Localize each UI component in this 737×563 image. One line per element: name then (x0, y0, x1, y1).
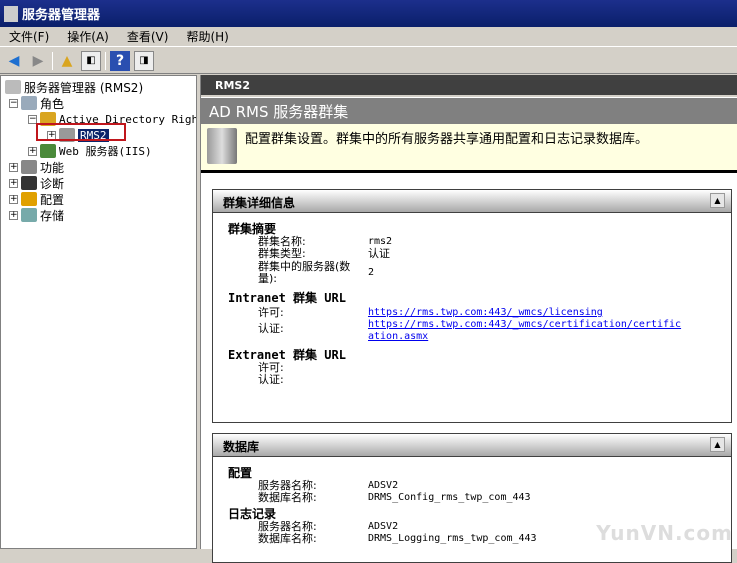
field-label: 数据库名称: (258, 532, 317, 545)
cluster-name-value: rms2 (368, 236, 393, 247)
collapse-up-icon[interactable]: ▲ (710, 193, 725, 208)
tree-item-storage[interactable]: + 存储 (9, 207, 64, 223)
panel-title: 数据库 (223, 440, 260, 454)
server-cluster-icon (207, 128, 237, 164)
configuration-icon (21, 192, 37, 206)
panel-header: 数据库 ▲ (213, 434, 731, 457)
tree-item-diagnostics[interactable]: + 诊断 (9, 175, 64, 191)
features-icon (21, 160, 37, 174)
description-text: 配置群集设置。群集中的所有服务器共享通用配置和日志记录数据库。 (245, 132, 649, 147)
menu-help[interactable]: 帮助(H) (177, 28, 237, 45)
description-band: 配置群集设置。群集中的所有服务器共享通用配置和日志记录数据库。 (201, 124, 737, 173)
window-title: 服务器管理器 (22, 8, 101, 23)
section-heading: Extranet 群集 URL (228, 348, 346, 362)
field-label: 认证: (258, 373, 284, 386)
config-db-value: DRMS_Config_rms_twp_com_443 (368, 492, 531, 503)
toolbar-separator (105, 51, 106, 70)
menu-file[interactable]: 文件(F) (0, 28, 58, 45)
panel-header: 群集详细信息 ▲ (213, 190, 731, 213)
config-server-value: ADSV2 (368, 480, 399, 491)
tree-item-roles[interactable]: − 角色 (9, 95, 64, 111)
tree-item-root[interactable]: 服务器管理器 (RMS2) (5, 79, 143, 95)
menu-bar: 文件(F) 操作(A) 查看(V) 帮助(H) (0, 27, 737, 47)
details-pane: RMS2 AD RMS 服务器群集 配置群集设置。群集中的所有服务器共享通用配置… (200, 75, 737, 563)
tree-label: 角色 (40, 96, 65, 111)
highlight-box (36, 123, 126, 141)
expand-icon[interactable]: + (28, 146, 37, 156)
server-manager-icon (4, 5, 18, 22)
certification-url-link[interactable]: https://rms.twp.com:443/_wmcs/certificat… (368, 319, 683, 343)
expand-icon[interactable]: + (9, 210, 18, 220)
back-arrow-icon[interactable]: ◀ (4, 51, 24, 71)
up-folder-icon[interactable]: ▲ (57, 51, 77, 71)
expand-icon[interactable]: + (9, 178, 18, 188)
roles-icon (21, 96, 37, 110)
server-manager-icon (5, 80, 21, 94)
expand-icon[interactable]: + (9, 194, 18, 204)
title-bar: 服务器管理器 (0, 0, 737, 27)
storage-icon (21, 208, 37, 222)
field-label: 数据库名称: (258, 491, 317, 504)
collapse-icon[interactable]: − (9, 98, 18, 108)
tree-label: 诊断 (40, 176, 65, 191)
tree-item-iis[interactable]: + Web 服务器(IIS) (28, 143, 152, 159)
cluster-details-panel: 群集详细信息 ▲ 群集摘要 群集名称: rms2 群集类型: 认证 群集中的服务器(数… (212, 189, 732, 423)
page-title: AD RMS 服务器群集 (201, 97, 737, 124)
licensing-url-link[interactable]: https://rms.twp.com:443/_wmcs/licensing (368, 307, 688, 319)
tree-label: 服务器管理器 (RMS2) (24, 80, 144, 95)
watermark: YunVN.com (596, 521, 733, 545)
tree-label: 存储 (40, 208, 65, 223)
toolbar-separator (52, 51, 53, 70)
field-label: 群集类型: (258, 247, 306, 260)
tree-label: 功能 (40, 160, 65, 175)
field-label: 认证: (258, 322, 284, 335)
navigation-tree: 服务器管理器 (RMS2) − 角色 − Active Directory Righ… (0, 75, 197, 549)
section-heading: Intranet 群集 URL (228, 291, 346, 305)
field-label: 许可: (258, 306, 284, 319)
menu-view[interactable]: 查看(V) (118, 28, 178, 45)
show-action-pane-icon[interactable]: ◨ (134, 50, 154, 71)
tree-label: Web 服务器(IIS) (59, 145, 152, 158)
collapse-up-icon[interactable]: ▲ (710, 437, 725, 452)
server-count-value: 2 (368, 267, 375, 278)
menu-action[interactable]: 操作(A) (58, 28, 118, 45)
iis-icon (40, 144, 56, 158)
toolbar: ◀ ▶ ▲ ◧ ? ◨ (0, 48, 737, 74)
diagnostics-icon (21, 176, 37, 190)
show-hide-tree-icon[interactable]: ◧ (81, 50, 101, 71)
pane-header: RMS2 (201, 75, 737, 97)
tree-item-configuration[interactable]: + 配置 (9, 191, 64, 207)
forward-arrow-icon[interactable]: ▶ (28, 51, 48, 71)
field-label: 许可: (258, 361, 284, 374)
panel-title: 群集详细信息 (223, 196, 296, 210)
help-icon[interactable]: ? (110, 50, 130, 71)
cluster-type-value: 认证 (368, 247, 390, 260)
tree-label: 配置 (40, 192, 65, 207)
field-label: 群集中的服务器(数量): (258, 260, 351, 285)
expand-icon[interactable]: + (9, 162, 18, 172)
tree-item-features[interactable]: + 功能 (9, 159, 64, 175)
